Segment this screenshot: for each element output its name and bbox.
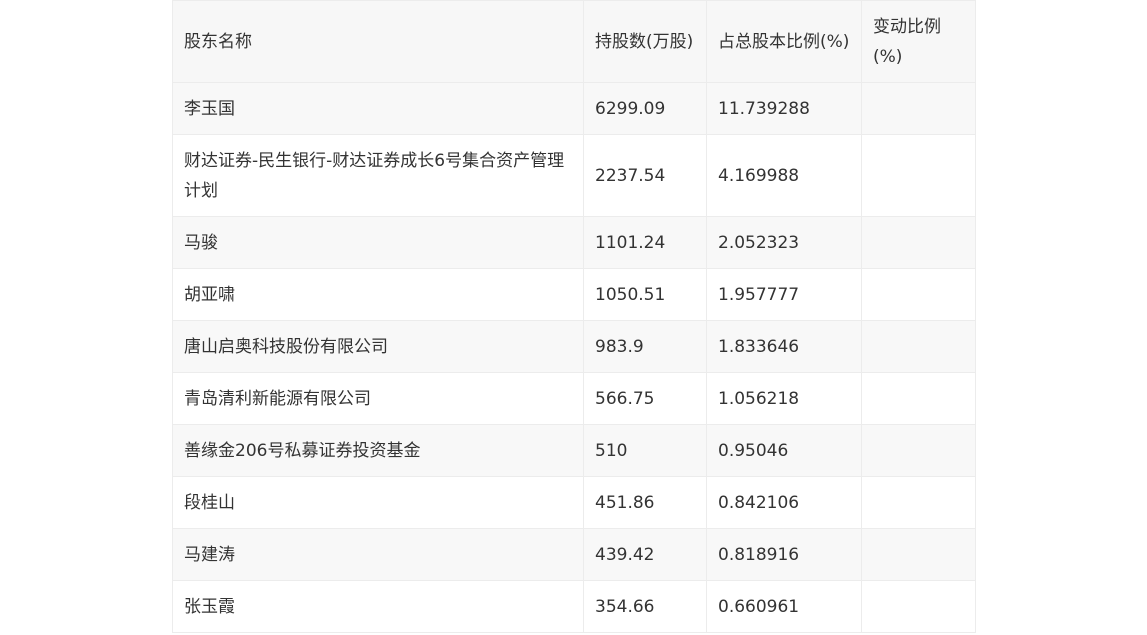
change-ratio-cell [861, 268, 976, 321]
holder-name-cell: 财达证券-民生银行-财达证券成长6号集合资产管理计划 [172, 134, 584, 217]
table-body: 李玉国 6299.09 11.739288 财达证券-民生银行-财达证券成长6号集合资… [172, 82, 976, 633]
table-row: 财达证券-民生银行-财达证券成长6号集合资产管理计划 2237.54 4.16998… [172, 134, 976, 217]
table-row: 青岛清利新能源有限公司 566.75 1.056218 [172, 372, 976, 425]
share-ratio-cell: 0.95046 [706, 424, 862, 477]
table-row: 张玉霞 354.66 0.660961 [172, 580, 976, 633]
holder-name-cell: 李玉国 [172, 82, 584, 135]
shares-cell: 451.86 [583, 476, 707, 529]
table-row: 唐山启奥科技股份有限公司 983.9 1.833646 [172, 320, 976, 373]
change-ratio-cell [861, 320, 976, 373]
shares-cell: 439.42 [583, 528, 707, 581]
table-row: 善缘金206号私募证券投资基金 510 0.95046 [172, 424, 976, 477]
shares-cell: 1050.51 [583, 268, 707, 321]
share-ratio-cell: 2.052323 [706, 216, 862, 269]
table-row: 胡亚啸 1050.51 1.957777 [172, 268, 976, 321]
share-ratio-cell: 1.056218 [706, 372, 862, 425]
share-ratio-cell: 11.739288 [706, 82, 862, 135]
change-ratio-cell [861, 216, 976, 269]
table-header: 股东名称 持股数(万股) 占总股本比例(%) 变动比例(%) [172, 0, 976, 83]
change-ratio-cell [861, 424, 976, 477]
change-ratio-cell [861, 476, 976, 529]
holder-name-cell: 唐山启奥科技股份有限公司 [172, 320, 584, 373]
table-row: 马骏 1101.24 2.052323 [172, 216, 976, 269]
share-ratio-cell: 4.169988 [706, 134, 862, 217]
change-ratio-cell [861, 82, 976, 135]
shares-cell: 983.9 [583, 320, 707, 373]
share-ratio-cell: 1.833646 [706, 320, 862, 373]
share-ratio-cell: 0.660961 [706, 580, 862, 633]
shares-cell: 510 [583, 424, 707, 477]
share-ratio-cell: 0.842106 [706, 476, 862, 529]
change-ratio-cell [861, 134, 976, 217]
header-shares: 持股数(万股) [583, 0, 707, 83]
holder-name-cell: 善缘金206号私募证券投资基金 [172, 424, 584, 477]
shares-cell: 2237.54 [583, 134, 707, 217]
share-ratio-cell: 0.818916 [706, 528, 862, 581]
table-row: 马建涛 439.42 0.818916 [172, 528, 976, 581]
shares-cell: 354.66 [583, 580, 707, 633]
share-ratio-cell: 1.957777 [706, 268, 862, 321]
header-row: 股东名称 持股数(万股) 占总股本比例(%) 变动比例(%) [172, 0, 976, 83]
holder-name-cell: 胡亚啸 [172, 268, 584, 321]
holder-name-cell: 马建涛 [172, 528, 584, 581]
header-share-ratio: 占总股本比例(%) [706, 0, 862, 83]
change-ratio-cell [861, 372, 976, 425]
shares-cell: 566.75 [583, 372, 707, 425]
shareholder-table: 股东名称 持股数(万股) 占总股本比例(%) 变动比例(%) 李玉国 6299.0… [172, 0, 976, 633]
holder-name-cell: 青岛清利新能源有限公司 [172, 372, 584, 425]
change-ratio-cell [861, 528, 976, 581]
shareholder-table-container: 股东名称 持股数(万股) 占总股本比例(%) 变动比例(%) 李玉国 6299.0… [172, 0, 976, 633]
shares-cell: 6299.09 [583, 82, 707, 135]
table-row: 李玉国 6299.09 11.739288 [172, 82, 976, 135]
change-ratio-cell [861, 580, 976, 633]
shares-cell: 1101.24 [583, 216, 707, 269]
header-holder-name: 股东名称 [172, 0, 584, 83]
header-change-ratio: 变动比例(%) [861, 0, 976, 83]
table-row: 段桂山 451.86 0.842106 [172, 476, 976, 529]
holder-name-cell: 张玉霞 [172, 580, 584, 633]
holder-name-cell: 马骏 [172, 216, 584, 269]
holder-name-cell: 段桂山 [172, 476, 584, 529]
